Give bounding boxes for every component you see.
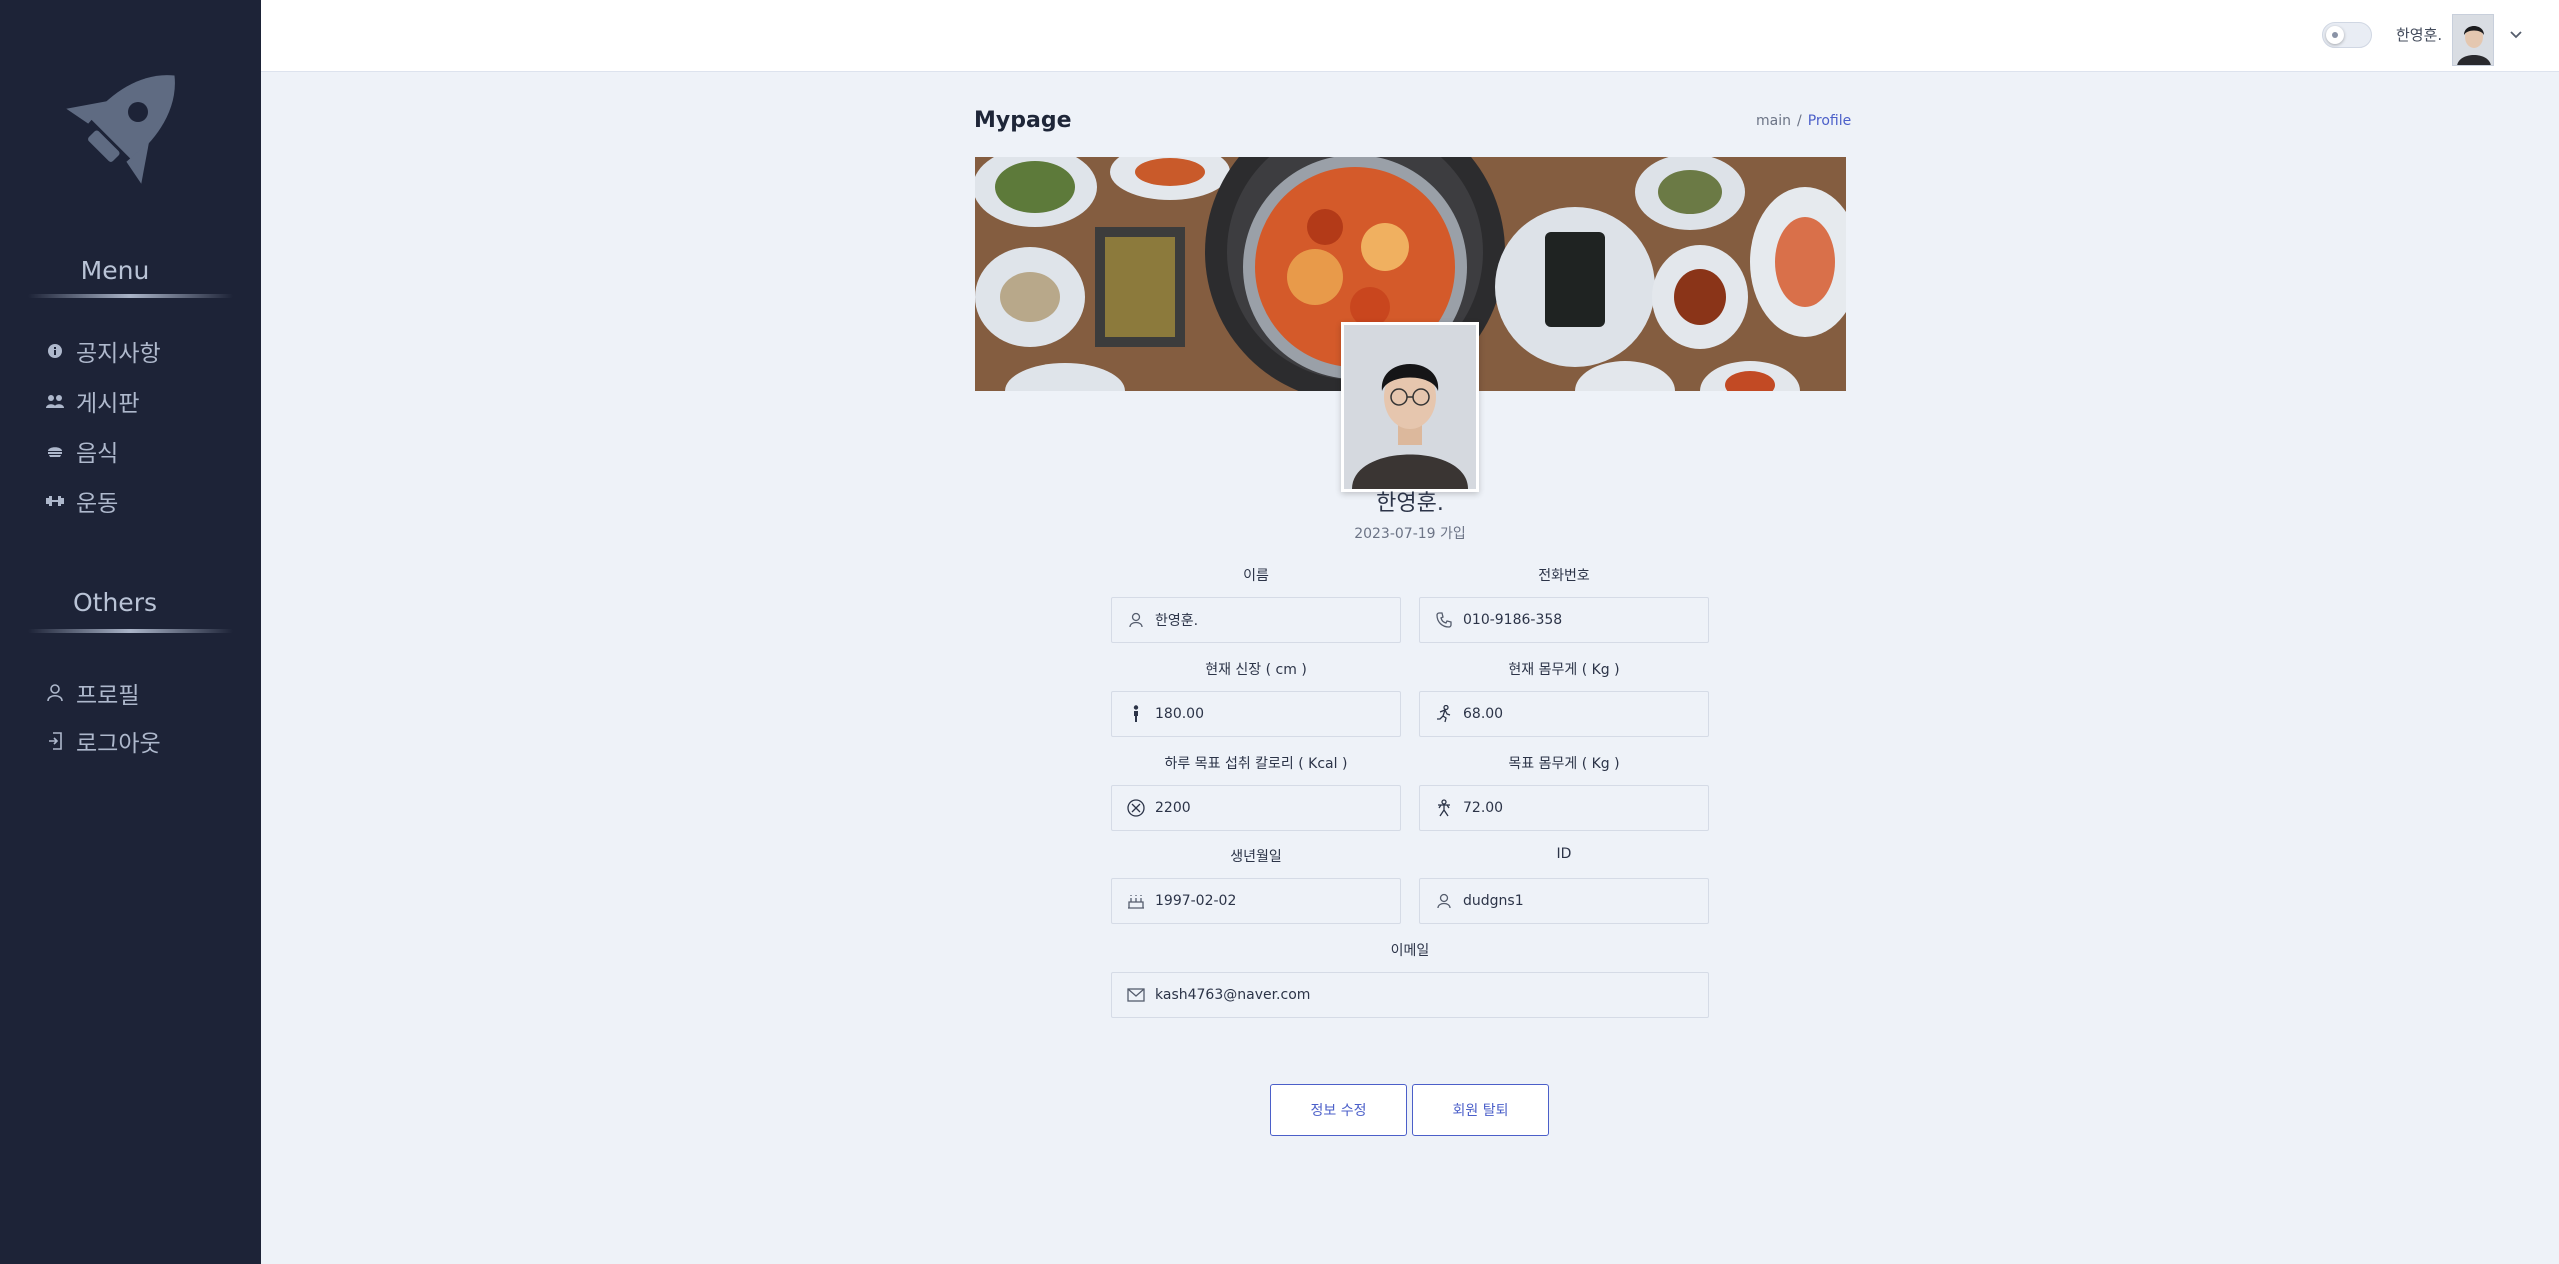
running-icon — [1435, 705, 1453, 723]
theme-toggle[interactable] — [2322, 22, 2372, 48]
email-label: 이메일 — [1390, 943, 1430, 959]
logout-icon — [46, 732, 64, 750]
goal-weight-input[interactable]: 72.00 — [1419, 785, 1709, 831]
goal-weight-field: 목표 몸무게 ( Kg ) 72.00 — [1419, 753, 1709, 831]
email-value: kash4763@naver.com — [1155, 987, 1311, 1003]
sidebar-item-food[interactable]: 음식 — [46, 434, 118, 468]
sidebar-item-label: 게시판 — [76, 391, 140, 417]
rocket-logo-icon[interactable] — [50, 50, 200, 200]
user-icon — [1435, 892, 1453, 910]
join-date: 2023-07-19 가입 — [1354, 526, 1466, 542]
person-standing-icon — [1127, 705, 1145, 723]
others-section-title: Others — [72, 588, 157, 617]
phone-icon — [1435, 611, 1453, 629]
email-input[interactable]: kash4763@naver.com — [1111, 972, 1709, 1018]
weight-value: 68.00 — [1463, 706, 1504, 722]
phone-field: 전화번호 010-9186-358 — [1419, 565, 1709, 643]
sidebar-item-notice[interactable]: 공지사항 — [46, 334, 161, 368]
menu-section-title: Menu — [80, 256, 150, 285]
height-value: 180.00 — [1155, 706, 1204, 722]
name-label: 이름 — [1243, 568, 1269, 584]
user-icon — [46, 684, 64, 702]
birth-field: 생년월일 1997-02-02 — [1111, 846, 1401, 924]
topbar — [261, 0, 2559, 72]
sidebar: Menu 공지사항 게시판 음식 운동 Others 프로필 로그아웃 — [0, 0, 261, 1264]
withdraw-button[interactable]: 회원 탈퇴 — [1412, 1084, 1549, 1136]
goal-weight-value: 72.00 — [1463, 800, 1504, 816]
edit-info-button[interactable]: 정보 수정 — [1270, 1084, 1407, 1136]
breadcrumb-main[interactable]: main — [1756, 113, 1791, 129]
profile-photo[interactable] — [1341, 322, 1479, 492]
page-title: Mypage — [974, 108, 1072, 133]
sidebar-item-label: 음식 — [76, 441, 119, 467]
goal-weight-label: 목표 몸무게 ( Kg ) — [1508, 756, 1620, 772]
topbar-avatar[interactable] — [2452, 14, 2494, 66]
food-icon — [46, 442, 64, 460]
topbar-username[interactable]: 한영훈. — [2396, 24, 2442, 45]
height-input[interactable]: 180.00 — [1111, 691, 1401, 737]
height-field: 현재 신장 ( cm ) 180.00 — [1111, 659, 1401, 737]
goal-icon — [1435, 799, 1453, 817]
chevron-down-icon[interactable] — [2508, 26, 2524, 42]
users-icon — [46, 392, 64, 410]
sidebar-item-label: 공지사항 — [76, 341, 161, 367]
calorie-label: 하루 목표 섭취 칼로리 ( Kcal ) — [1164, 756, 1348, 772]
phone-label: 전화번호 — [1538, 568, 1590, 584]
calorie-field: 하루 목표 섭취 칼로리 ( Kcal ) 2200 — [1111, 753, 1401, 831]
mail-icon — [1127, 986, 1145, 1004]
phone-input[interactable]: 010-9186-358 — [1419, 597, 1709, 643]
sidebar-item-logout[interactable]: 로그아웃 — [46, 724, 161, 758]
sidebar-item-board[interactable]: 게시판 — [46, 384, 139, 418]
breadcrumb-profile[interactable]: Profile — [1808, 113, 1852, 129]
id-value: dudgns1 — [1463, 893, 1524, 909]
name-field: 이름 한영훈. — [1111, 565, 1401, 643]
name-value: 한영훈. — [1155, 613, 1199, 629]
info-icon — [46, 342, 64, 360]
height-label: 현재 신장 ( cm ) — [1205, 662, 1307, 678]
weight-label: 현재 몸무게 ( Kg ) — [1508, 662, 1620, 678]
profile-name: 한영훈. — [1376, 491, 1444, 516]
calorie-value: 2200 — [1155, 800, 1191, 816]
menu-divider — [28, 294, 233, 298]
id-field: ID dudgns1 — [1419, 846, 1709, 924]
others-divider — [28, 629, 233, 633]
name-input[interactable]: 한영훈. — [1111, 597, 1401, 643]
id-label: ID — [1556, 846, 1572, 862]
birth-value: 1997-02-02 — [1155, 893, 1237, 909]
sidebar-item-label: 로그아웃 — [76, 731, 161, 757]
utensils-icon — [1127, 799, 1145, 817]
birth-input[interactable]: 1997-02-02 — [1111, 878, 1401, 924]
user-icon — [1127, 611, 1145, 629]
cake-icon — [1127, 892, 1145, 910]
sidebar-item-label: 프로필 — [76, 683, 140, 709]
weight-input[interactable]: 68.00 — [1419, 691, 1709, 737]
weight-field: 현재 몸무게 ( Kg ) 68.00 — [1419, 659, 1709, 737]
sidebar-item-profile[interactable]: 프로필 — [46, 676, 139, 710]
email-field: 이메일 kash4763@naver.com — [1111, 940, 1709, 1018]
birth-label: 생년월일 — [1230, 849, 1282, 865]
breadcrumb: main / Profile — [1756, 113, 1852, 129]
phone-value: 010-9186-358 — [1463, 612, 1563, 628]
toggle-knob — [2326, 26, 2344, 44]
id-input[interactable]: dudgns1 — [1419, 878, 1709, 924]
calorie-input[interactable]: 2200 — [1111, 785, 1401, 831]
